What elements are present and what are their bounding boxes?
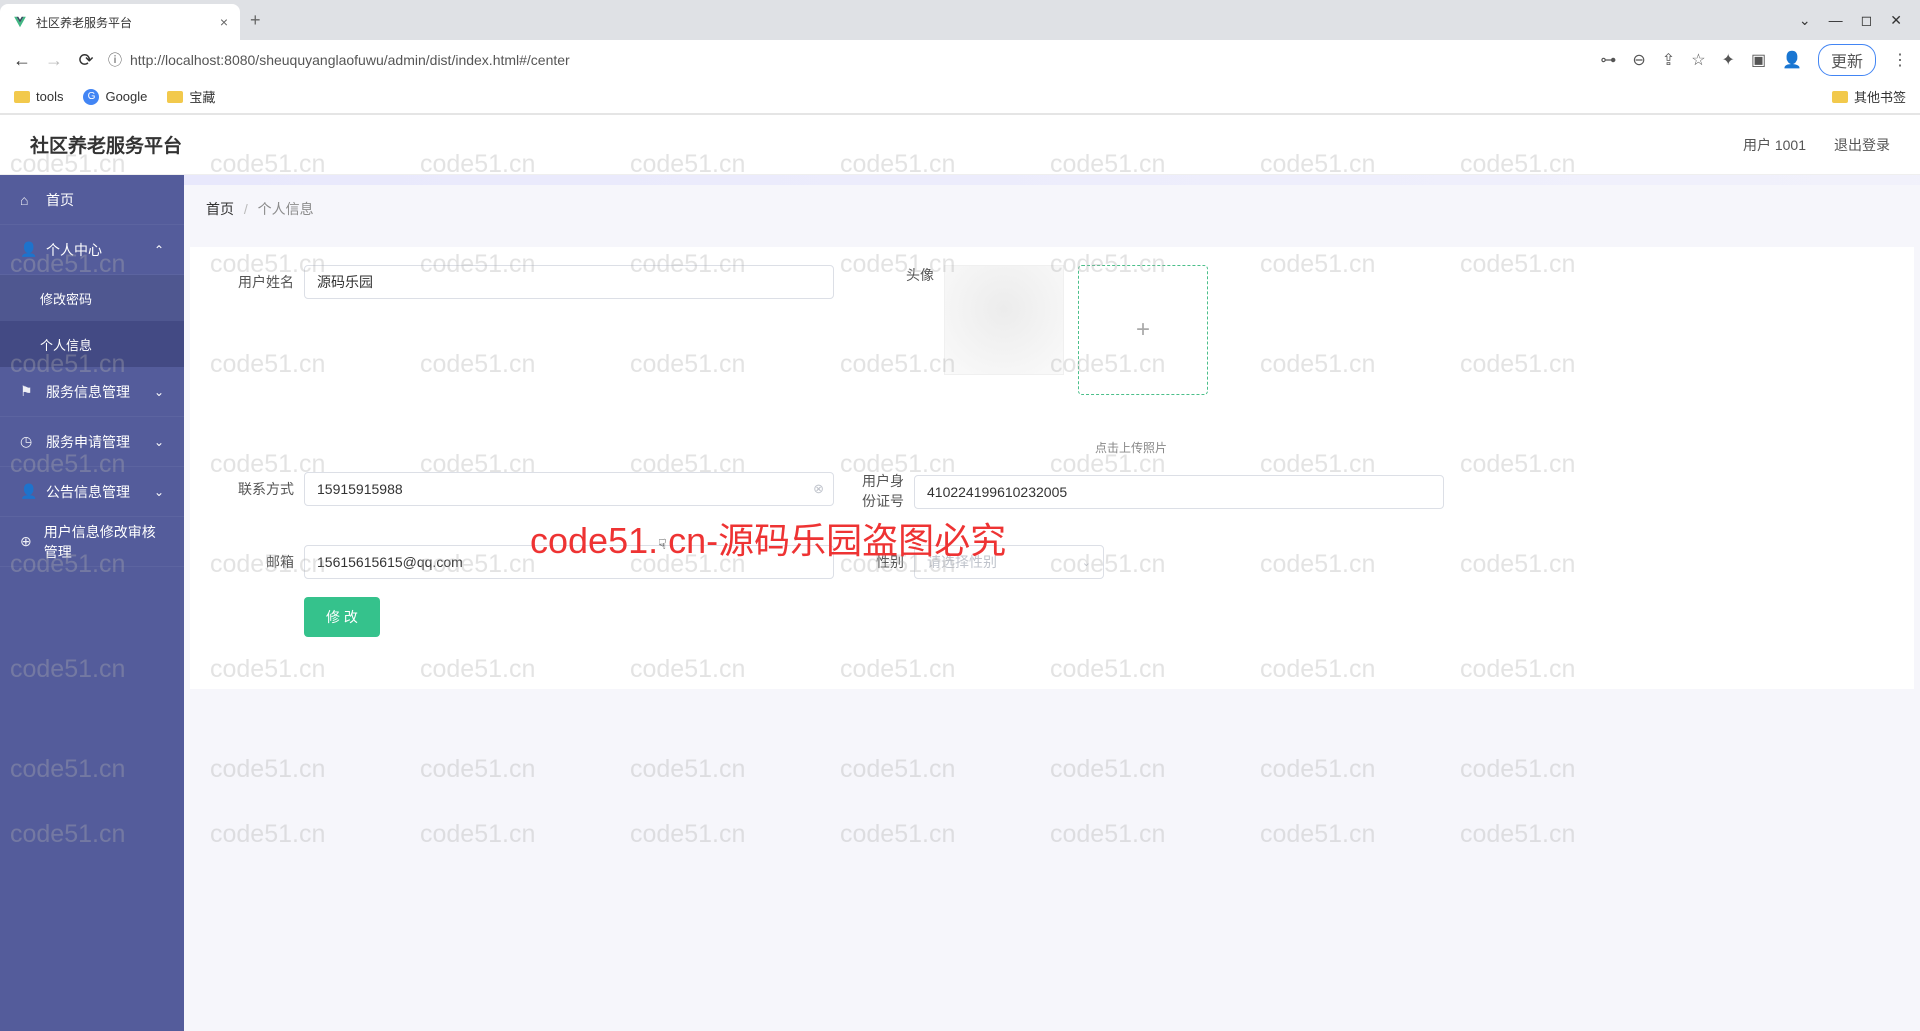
sidebar-subitem-profile[interactable]: 个人信息 [0,321,184,367]
label-contact: 联系方式 [214,479,304,499]
bookmark-baozang[interactable]: 宝藏 [167,87,215,106]
url-input[interactable]: ⓘ http://localhost:8080/sheuquyanglaofuw… [108,50,1588,70]
bookmark-bar: tools GGoogle 宝藏 其他书签 [0,80,1920,114]
label-gender: 性别 [854,552,914,572]
logout-link[interactable]: 退出登录 [1834,135,1890,155]
menu-icon[interactable]: ⋮ [1892,50,1908,70]
user-icon: 👤 [20,241,36,258]
sidebar-item-service-apply[interactable]: ◷服务申请管理⌄ [0,417,184,467]
extension-icon[interactable]: ✦ [1722,50,1735,70]
bookmark-tools[interactable]: tools [14,89,63,104]
bookmark-others[interactable]: 其他书签 [1832,87,1906,106]
user-icon: 👤 [20,483,36,500]
breadcrumb-current: 个人信息 [258,201,314,217]
clock-icon: ◷ [20,433,36,450]
app-header: 社区养老服务平台 用户 1001 退出登录 [0,115,1920,175]
sidebar: ⌂首页 👤个人中心⌃ 修改密码 个人信息 ⚑服务信息管理⌄ ◷服务申请管理⌄ 👤… [0,175,184,1031]
chevron-down-icon: ⌄ [154,435,164,449]
sidebar-item-user-audit[interactable]: ⊕用户信息修改审核管理 [0,517,184,567]
avatar-preview [944,265,1064,375]
email-input[interactable] [304,545,834,579]
sidebar-item-notice[interactable]: 👤公告信息管理⌄ [0,467,184,517]
folder-icon [167,91,183,103]
profile-icon[interactable]: 👤 [1782,50,1802,70]
tab-title: 社区养老服务平台 [36,14,212,31]
google-icon: G [83,89,99,105]
sidebar-item-service-info[interactable]: ⚑服务信息管理⌄ [0,367,184,417]
close-window-icon[interactable]: ✕ [1890,12,1902,29]
info-icon: ⓘ [108,50,122,70]
update-button[interactable]: 更新 [1818,44,1876,76]
upload-text: 点击上传照片 [1054,439,1208,456]
chevron-down-icon[interactable]: ⌄ [1799,12,1811,29]
gradient-bar [184,175,1920,185]
breadcrumb: 首页 / 个人信息 [184,185,1920,233]
idcard-input[interactable] [914,475,1444,509]
contact-input[interactable] [304,472,834,506]
share-icon[interactable]: ⇪ [1662,50,1675,70]
tab-bar: 社区养老服务平台 × + ⌄ — ◻ ✕ [0,0,1920,40]
chevron-down-icon: ⌄ [154,385,164,399]
zoom-icon[interactable]: ⊖ [1632,50,1645,70]
home-icon: ⌂ [20,192,36,208]
user-label[interactable]: 用户 1001 [1743,135,1806,155]
window-controls: ⌄ — ◻ ✕ [1781,12,1920,29]
forward-button[interactable]: → [44,50,64,71]
url-text: http://localhost:8080/sheuquyanglaofuwu/… [130,52,570,68]
address-bar: ← → ⟳ ⓘ http://localhost:8080/sheuquyang… [0,40,1920,80]
label-email: 邮箱 [214,552,304,572]
label-username: 用户姓名 [214,272,304,292]
browser-chrome: 社区养老服务平台 × + ⌄ — ◻ ✕ ← → ⟳ ⓘ http://loca… [0,0,1920,115]
breadcrumb-home[interactable]: 首页 [206,201,234,217]
clear-icon[interactable]: ⊗ [813,481,824,497]
new-tab-button[interactable]: + [250,10,261,31]
sidepanel-icon[interactable]: ▣ [1751,50,1766,70]
star-icon[interactable]: ☆ [1691,50,1705,70]
bookmark-google[interactable]: GGoogle [83,89,147,105]
sidebar-item-home[interactable]: ⌂首页 [0,175,184,225]
chevron-down-icon: ⌄ [1082,556,1091,569]
key-icon[interactable]: ⊶ [1600,50,1616,70]
gender-placeholder: 请选择性别 [927,552,997,572]
gender-select[interactable]: 请选择性别 ⌄ [914,545,1104,579]
browser-tab[interactable]: 社区养老服务平台 × [0,4,240,40]
sidebar-subitem-changepw[interactable]: 修改密码 [0,275,184,321]
main-layout: ⌂首页 👤个人中心⌃ 修改密码 个人信息 ⚑服务信息管理⌄ ◷服务申请管理⌄ 👤… [0,175,1920,1031]
label-idcard: 用户身份证号 [854,472,914,511]
username-input[interactable] [304,265,834,299]
chevron-up-icon: ⌃ [154,243,164,257]
label-avatar: 头像 [854,265,944,285]
sidebar-item-personal[interactable]: 👤个人中心⌃ [0,225,184,275]
minimize-icon[interactable]: — [1829,12,1843,28]
reload-button[interactable]: ⟳ [76,50,96,71]
back-button[interactable]: ← [12,50,32,71]
gear-icon: ⊕ [20,533,34,550]
vue-icon [12,14,28,30]
content-area: 首页 / 个人信息 用户姓名 头像 + 点击上传照片 [184,175,1920,1031]
upload-button[interactable]: + [1078,265,1208,395]
app-title: 社区养老服务平台 [30,131,182,158]
folder-icon [14,91,30,103]
chevron-down-icon: ⌄ [154,485,164,499]
maximize-icon[interactable]: ◻ [1861,12,1873,29]
profile-form: 用户姓名 头像 + 点击上传照片 联系方式 [190,247,1914,689]
flag-icon: ⚑ [20,383,36,400]
folder-icon [1832,91,1848,103]
close-icon[interactable]: × [220,14,228,30]
cursor-icon: ☟ [658,536,667,553]
submit-button[interactable]: 修 改 [304,597,380,637]
